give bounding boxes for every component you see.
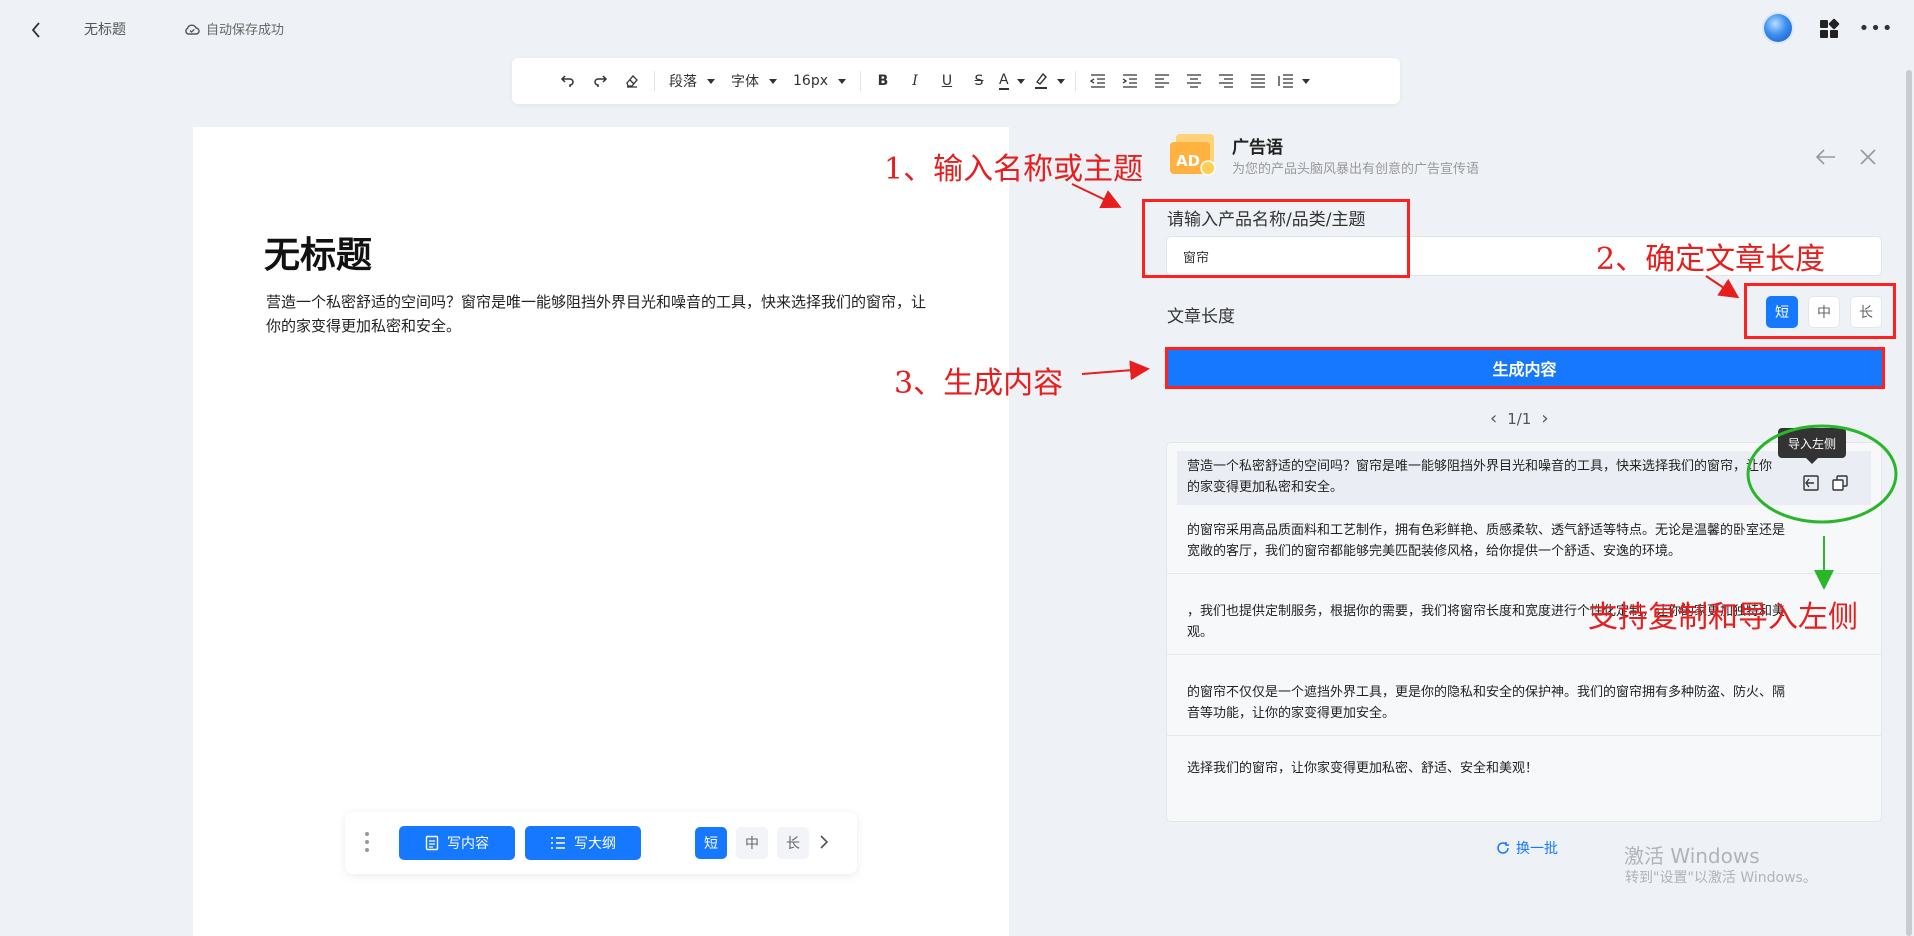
- arrow-step2: [1705, 275, 1740, 299]
- green-circle-highlight: [1746, 424, 1898, 524]
- arrow-step1: [1071, 183, 1122, 209]
- annotation-arrows: [1071, 183, 1898, 590]
- arrow-step3: [1081, 360, 1150, 381]
